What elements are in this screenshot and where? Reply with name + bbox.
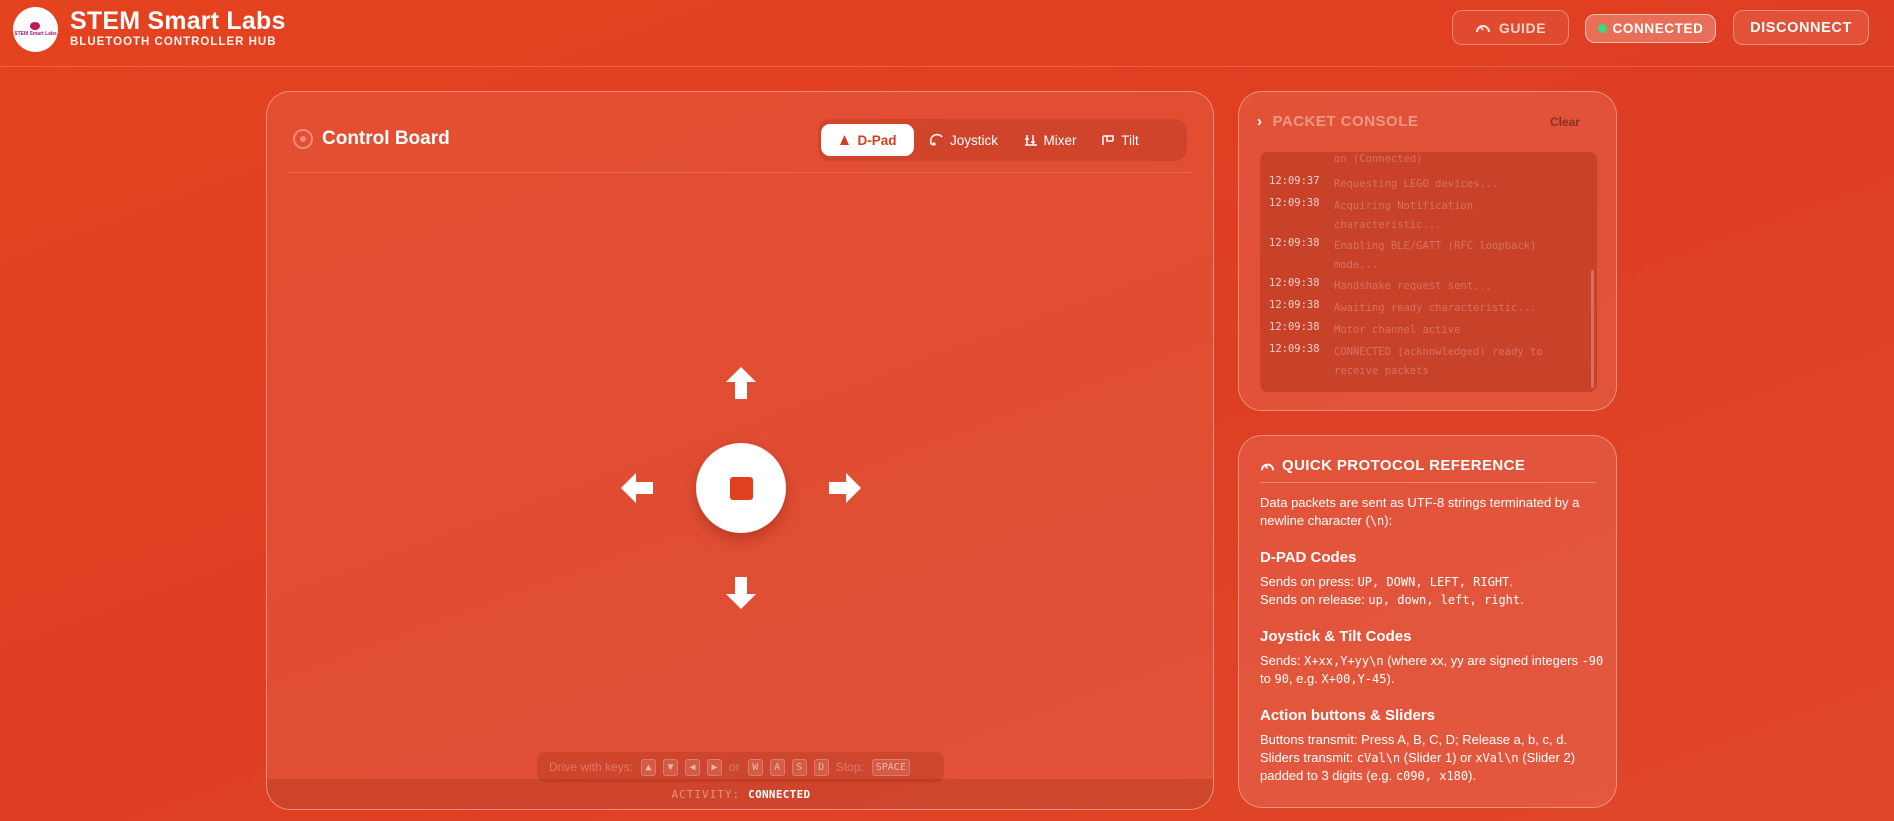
disconnect-button[interactable]: DISCONNECT [1733,10,1869,45]
key-left: ◀ [685,758,701,776]
tab-label: D-Pad [857,132,897,148]
reference-body: Data packets are sent as UTF-8 strings t… [1260,494,1605,785]
key-right: ▶ [707,758,723,776]
reference-intro: Data packets are sent as UTF-8 strings t… [1260,495,1580,528]
log-message: Handshake request sent... [1334,280,1493,292]
console-header: › PACKET CONSOLE [1257,113,1418,130]
connection-status-badge: CONNECTED [1585,14,1716,43]
log-message: Awaiting ready characteristic... [1334,302,1537,314]
led-icon [1597,24,1607,33]
dpad-icon [840,134,850,145]
packet-console-panel: › PACKET CONSOLE Clear on (Connected) 12… [1238,91,1617,411]
board-title: Control Board [293,128,450,150]
keys-stop-prefix: Stop: [835,760,864,774]
tab-label: Mixer [1043,132,1077,148]
log-entry: 12:09:37 Requesting LEGO devices... [1269,175,1584,194]
keys-prefix: Drive with keys: [549,760,634,774]
action-buttons-heading: Action buttons & Sliders [1260,707,1436,724]
board-title-text: Control Board [322,128,450,149]
key-down: ▼ [663,758,679,776]
gauge-icon [1475,24,1490,32]
key-d: D [813,758,829,776]
key-a: A [769,758,785,776]
joystick-codes-heading: Joystick & Tilt Codes [1260,628,1412,645]
logo-text: STEM Smart Labs [14,31,57,37]
log-entry: on (Connected) [1269,152,1584,169]
reference-header: QUICK PROTOCOL REFERENCE [1260,457,1525,474]
log-time: 12:09:38 [1269,197,1320,209]
tilt-icon [1102,135,1114,145]
key-s: S [791,758,807,776]
console-title: PACKET CONSOLE [1272,113,1419,130]
console-scrollbar[interactable] [1591,270,1594,388]
log-message: Acquiring Notification characteristic... [1334,200,1474,231]
guide-button[interactable]: GUIDE [1452,10,1569,45]
console-log[interactable]: on (Connected) 12:09:37 Requesting LEGO … [1260,152,1597,392]
protocol-reference-panel: QUICK PROTOCOL REFERENCE Data packets ar… [1238,435,1617,808]
keys-or: or [729,760,740,774]
stop-button[interactable] [696,443,786,533]
log-time: 12:09:37 [1269,175,1320,187]
log-message: on (Connected) [1334,153,1423,165]
mode-tabs: D-Pad Joystick Mixer Tilt [818,119,1187,161]
log-time: 12:09:38 [1269,237,1320,249]
tab-joystick[interactable]: Joystick [918,124,1010,156]
activity-bar: ACTIVITY: CONNECTED [267,779,1213,809]
dpad-press-text: Sends on press: UP, DOWN, LEFT, RIGHT. [1260,574,1513,589]
key-space: SPACE [871,758,910,776]
sliders-text: Sliders transmit: cVal\n (Slider 1) or x… [1260,750,1576,783]
tab-mixer[interactable]: Mixer [1014,124,1086,156]
app-subtitle: BLUETOOTH CONTROLLER HUB [70,36,277,48]
arrow-up-icon[interactable] [724,365,758,401]
log-message: Enabling BLE/GATT (RFC loopback) mode... [1334,240,1537,271]
log-message: CONNECTED (acknowledged) ready to receiv… [1334,346,1543,377]
gauge-icon [1260,463,1275,471]
tab-dpad[interactable]: D-Pad [821,124,914,156]
tab-tilt[interactable]: Tilt [1090,124,1150,156]
chevron-right-icon: › [1257,113,1263,130]
log-time: 12:09:38 [1269,299,1320,311]
tab-label: Tilt [1121,132,1139,148]
disconnect-label: DISCONNECT [1750,19,1852,36]
log-time: 12:09:38 [1269,343,1320,355]
logo: STEM Smart Labs [13,7,58,52]
arrow-right-icon[interactable] [827,471,863,505]
board-divider [289,172,1191,173]
log-entry: 12:09:38 Awaiting ready characteristic..… [1269,299,1584,318]
log-time: 12:09:38 [1269,277,1320,289]
status-label: CONNECTED [1612,21,1704,36]
joystick-codes-text: Sends: X+xx,Y+yy\n (where xx, yy are sig… [1260,653,1604,686]
activity-label: ACTIVITY: [671,787,741,801]
log-message: Requesting LEGO devices... [1334,178,1499,190]
arrow-down-icon[interactable] [724,575,758,611]
tab-label: Joystick [949,132,998,148]
stop-icon [729,476,753,500]
dpad-codes-heading: D-PAD Codes [1260,549,1357,566]
activity-value: CONNECTED [748,787,811,801]
log-entry: 12:09:38 CONNECTED (acknowledged) ready … [1269,343,1584,381]
top-bar: STEM Smart Labs STEM Smart Labs BLUETOOT… [0,0,1894,67]
log-entry: 12:09:38 Motor channel active [1269,321,1584,340]
log-message: Motor channel active [1334,324,1461,336]
log-time: 12:09:38 [1269,321,1320,333]
log-entry: 12:09:38 Acquiring Notification characte… [1269,197,1584,235]
reference-title: QUICK PROTOCOL REFERENCE [1282,457,1526,474]
key-up: ▲ [641,758,657,776]
keyboard-hint: Drive with keys: ▲ ▼ ◀ ▶ or W A S D Stop… [537,752,944,782]
dpad-release-text: Sends on release: up, down, left, right. [1260,592,1524,607]
log-entry: 12:09:38 Handshake request sent... [1269,277,1584,296]
arrow-left-icon[interactable] [619,471,655,505]
app-title: STEM Smart Labs [70,7,286,35]
log-entry: 12:09:38 Enabling BLE/GATT (RFC loopback… [1269,237,1584,275]
control-board-panel: Control Board D-Pad Joystick Mixer Tilt [266,91,1214,810]
target-icon [293,129,313,149]
mixer-icon [1024,135,1037,146]
reference-divider [1260,482,1596,483]
clear-console-button[interactable]: Clear [1550,115,1580,129]
buttons-text: Buttons transmit: Press A, B, C, D; Rele… [1260,732,1568,747]
joystick-icon [929,133,943,146]
guide-label: GUIDE [1498,19,1547,36]
key-w: W [747,758,763,776]
